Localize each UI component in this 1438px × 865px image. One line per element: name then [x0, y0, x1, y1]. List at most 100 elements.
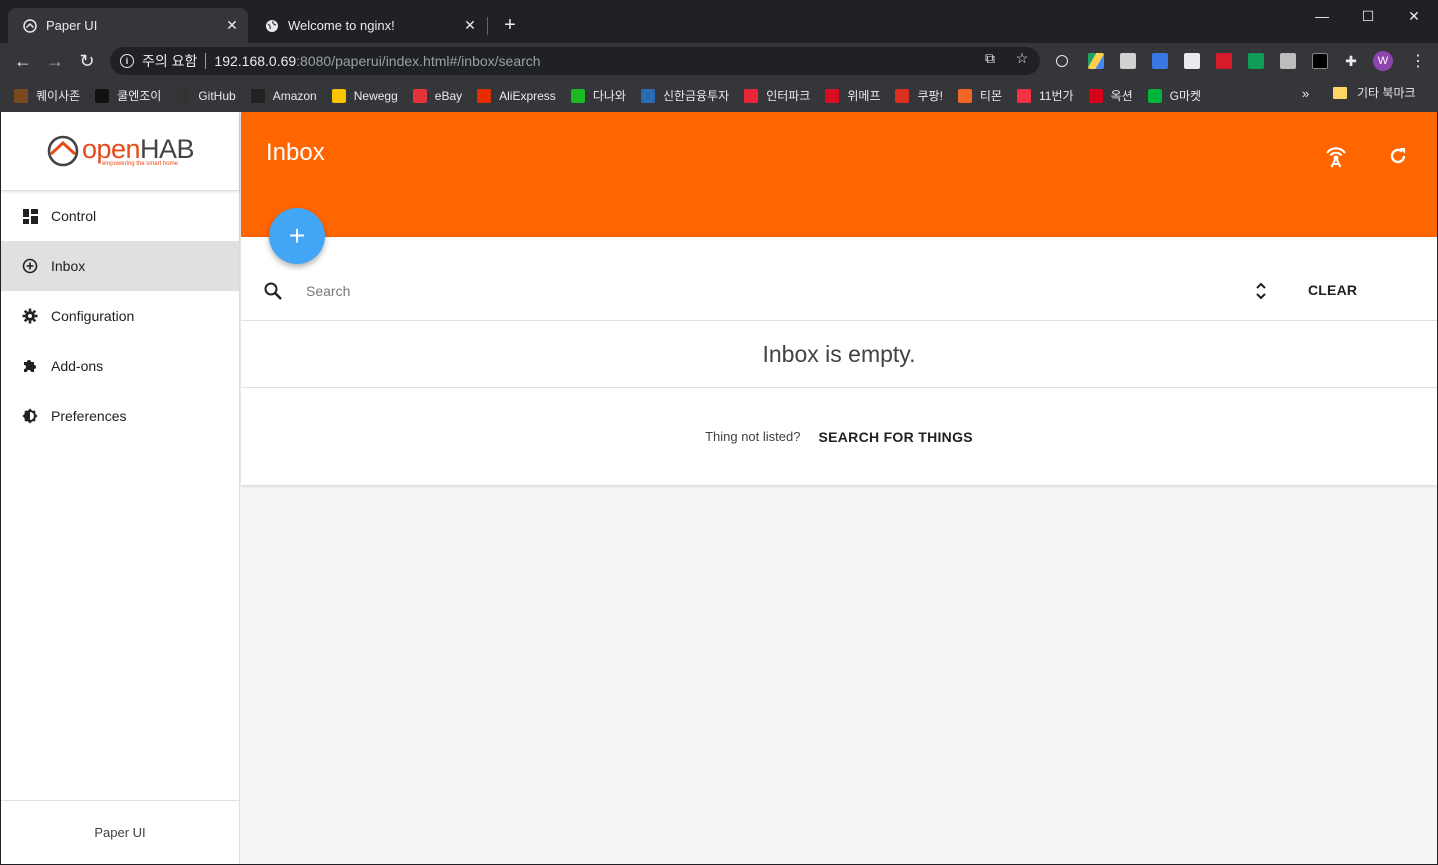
reload-icon[interactable]: ↻: [75, 49, 99, 73]
url-path: :8080/paperui/index.html#/inbox/search: [296, 53, 541, 69]
bookmark-favicon-icon: [744, 88, 759, 103]
sidebar-item-label: Add-ons: [51, 358, 104, 374]
bookmark-item[interactable]: 쿨엔조이: [95, 87, 161, 104]
folder-label: 기타 북마크: [1357, 86, 1416, 100]
main-content: Inbox + CLEAR Inbox is empty.: [241, 112, 1437, 864]
extension-m-icon[interactable]: [1216, 53, 1232, 69]
sidebar-item-label: Inbox: [51, 258, 86, 274]
tab-nginx[interactable]: Welcome to nginx! ✕: [250, 8, 486, 43]
app-header: Inbox: [241, 112, 1437, 237]
bookmarks-more-icon[interactable]: »: [1302, 86, 1309, 101]
bookmark-label: 옥션: [1110, 89, 1133, 103]
bookmark-item[interactable]: 옥션: [1088, 87, 1133, 104]
bookmark-favicon-icon: [825, 88, 840, 103]
bookmark-item[interactable]: 퀘이사존: [14, 87, 80, 104]
sidebar-item-addons[interactable]: Add-ons: [1, 341, 239, 391]
bookmark-label: 쿠팡!: [917, 89, 943, 103]
info-icon[interactable]: i: [120, 54, 134, 68]
close-tab-icon[interactable]: ✕: [220, 17, 244, 34]
bookmark-item[interactable]: 티몬: [957, 87, 1002, 104]
bookmark-favicon-icon: [176, 88, 191, 103]
bookmark-favicon-icon: [14, 88, 28, 103]
discovery-antenna-icon[interactable]: [1323, 143, 1349, 169]
translate-icon[interactable]: ⧉: [982, 50, 998, 66]
search-for-things-button[interactable]: SEARCH FOR THINGS: [818, 429, 972, 445]
bookmark-item[interactable]: 인터파크: [744, 87, 810, 104]
bookmark-item[interactable]: Newegg: [331, 88, 398, 103]
bookmark-label: 티몬: [979, 89, 1002, 103]
bookmark-favicon-icon: [895, 88, 910, 103]
bookmark-label: 11번가: [1039, 89, 1074, 103]
sidebar-footer: Paper UI: [1, 800, 239, 864]
inbox-card: CLEAR Inbox is empty. Thing not listed? …: [241, 237, 1437, 485]
maximize-icon[interactable]: ☐: [1345, 0, 1391, 32]
search-input[interactable]: [306, 281, 1206, 301]
folder-icon: [1333, 86, 1347, 99]
search-row: CLEAR: [241, 237, 1437, 321]
logo-hab-text: HAB: [140, 133, 195, 164]
menu-kebab-icon[interactable]: ⋮: [1410, 51, 1426, 71]
sidebar-item-control[interactable]: Control: [1, 191, 239, 241]
page-content: openHAB empowering the smart home Contro…: [1, 112, 1437, 864]
tab-separator: [487, 17, 488, 35]
bookmark-item[interactable]: 신한금융투자: [640, 87, 730, 104]
bookmark-label: 신한금융투자: [662, 89, 730, 103]
gear-icon: [22, 308, 38, 324]
extension-location-icon[interactable]: [1056, 55, 1068, 67]
bookmarks-bar: 퀘이사존 쿨엔조이 GitHub Amazon Newegg eBay AliExpress…: [0, 79, 1438, 112]
google-drive-icon[interactable]: [1088, 53, 1104, 69]
bookmark-star-icon[interactable]: ☆: [1014, 50, 1030, 66]
new-tab-icon[interactable]: +: [500, 15, 520, 35]
clear-button[interactable]: CLEAR: [1308, 282, 1357, 298]
add-circle-icon: [22, 258, 38, 274]
bookmark-item[interactable]: Amazon: [250, 88, 317, 103]
bookmark-item[interactable]: G마켓: [1147, 87, 1201, 104]
logo-tagline: empowering the smart home: [101, 160, 178, 167]
profile-avatar[interactable]: W: [1373, 51, 1393, 71]
tab-title: Welcome to nginx!: [288, 18, 395, 33]
puzzle-icon: [22, 358, 38, 374]
sidebar-item-configuration[interactable]: Configuration: [1, 291, 239, 341]
plus-icon: +: [288, 220, 306, 251]
bookmark-label: AliExpress: [499, 88, 556, 103]
not-listed-question: Thing not listed?: [705, 429, 801, 444]
bookmark-item[interactable]: AliExpress: [477, 88, 556, 103]
address-bar[interactable]: i 주의 요함 192.168.0.69 :8080/paperui/index…: [110, 47, 1040, 75]
refresh-icon[interactable]: [1385, 143, 1411, 169]
bookmark-item[interactable]: 위메프: [825, 87, 880, 104]
bookmark-item[interactable]: 쿠팡!: [895, 87, 943, 104]
terminal-icon[interactable]: [1312, 53, 1328, 69]
bookmark-item[interactable]: eBay: [412, 88, 462, 103]
dashboard-icon: [22, 208, 38, 224]
puzzle-icon[interactable]: ✚: [1343, 53, 1359, 69]
bookmark-item[interactable]: GitHub: [176, 88, 236, 103]
sidebar-item-label: Preferences: [51, 408, 127, 424]
minimize-icon[interactable]: —: [1299, 0, 1345, 32]
extension-f-icon[interactable]: [1248, 53, 1264, 69]
other-bookmarks-folder[interactable]: 기타 북마크: [1333, 84, 1416, 101]
openhab-logo[interactable]: openHAB empowering the smart home: [1, 112, 239, 191]
close-tab-icon[interactable]: ✕: [458, 17, 482, 34]
bookmark-label: 다나와: [592, 89, 626, 103]
forward-arrow-icon[interactable]: →: [43, 49, 67, 73]
tab-paper-ui[interactable]: Paper UI ✕: [8, 8, 248, 43]
security-warning[interactable]: 주의 요함: [142, 51, 197, 71]
bookmark-item[interactable]: 11번가: [1017, 87, 1074, 104]
browser-toolbar: ← → ↻ i 주의 요함 192.168.0.69 :8080/paperui…: [0, 43, 1438, 79]
close-window-icon[interactable]: ✕: [1391, 0, 1437, 32]
extension-blue-icon[interactable]: [1152, 53, 1168, 69]
openhab-logo-icon: [47, 135, 79, 167]
bookmark-item[interactable]: 다나와: [570, 87, 626, 104]
sidebar-item-preferences[interactable]: Preferences: [1, 391, 239, 441]
office-icon[interactable]: [1120, 53, 1136, 69]
openhab-favicon-icon: [22, 18, 38, 34]
sort-toggle-icon[interactable]: [1251, 279, 1271, 303]
bookmark-favicon-icon: [331, 88, 346, 103]
add-thing-button[interactable]: +: [269, 208, 325, 264]
bookmark-favicon-icon: [640, 88, 655, 103]
extension-print-icon[interactable]: [1280, 53, 1296, 69]
sidebar-item-inbox[interactable]: Inbox: [1, 241, 239, 291]
browser-window: Paper UI ✕ Welcome to nginx! ✕ + — ☐ ✕ ←…: [0, 0, 1438, 865]
extension-pages-icon[interactable]: [1184, 53, 1200, 69]
back-arrow-icon[interactable]: ←: [11, 49, 35, 73]
